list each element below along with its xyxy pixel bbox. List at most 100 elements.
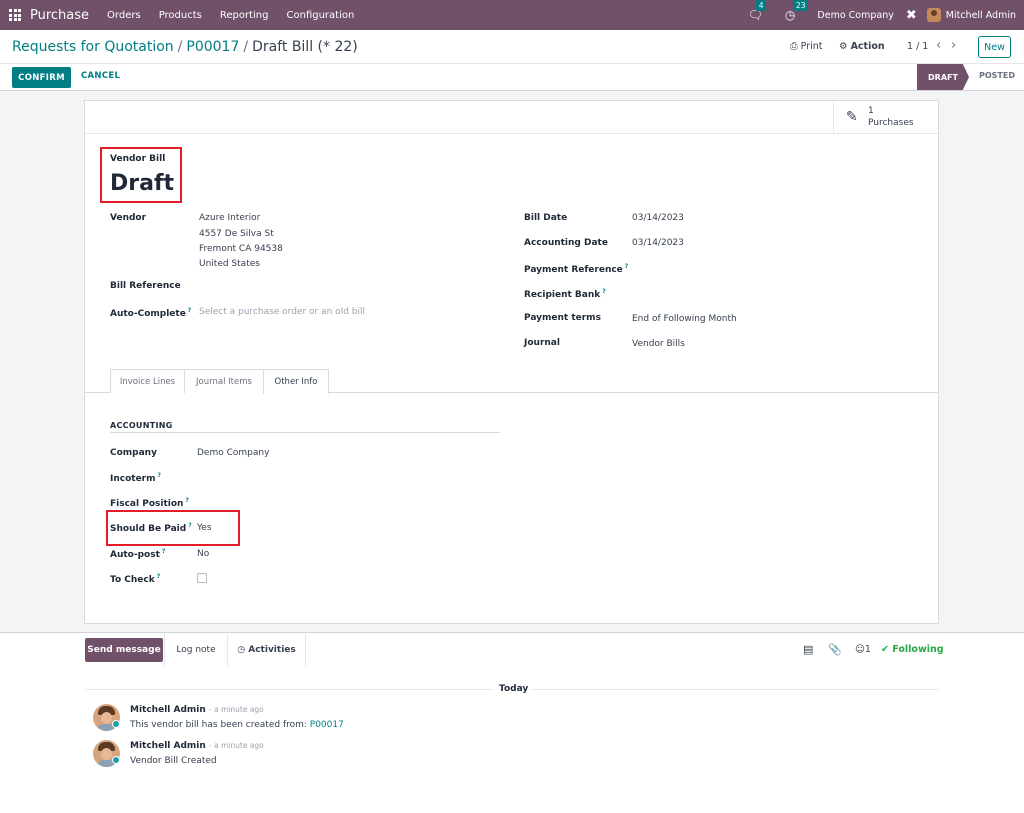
recipient-bank-label: Recipient Bank?	[524, 288, 606, 300]
accounting-date-field[interactable]: 03/14/2023	[632, 238, 684, 248]
date-divider-right	[531, 689, 939, 690]
message-link-po[interactable]: P00017	[310, 720, 344, 730]
date-divider-left	[85, 689, 493, 690]
top-navbar: Purchase Orders Products Reporting Confi…	[0, 0, 1024, 30]
edit-icon: ✎	[846, 109, 858, 125]
messages-badge: 4	[755, 0, 767, 11]
fiscal-position-input[interactable]	[197, 497, 497, 509]
activities-badge: 23	[792, 0, 809, 11]
cancel-button[interactable]: CANCEL	[81, 71, 120, 81]
followers-button[interactable]: ☺1	[855, 644, 871, 655]
status-bar: CONFIRM CANCEL DRAFT POSTED	[0, 64, 1024, 91]
purchases-smart-button[interactable]: ✎ 1 Purchases	[833, 101, 938, 134]
tab-invoice-lines[interactable]: Invoice Lines	[110, 369, 185, 393]
vendor-country: United States	[199, 259, 260, 269]
journal-label: Journal	[524, 338, 560, 348]
notebook-tabs: Invoice Lines Journal Items Other Info	[85, 369, 938, 394]
vendor-street: 4557 De Silva St	[199, 229, 274, 239]
journal-field[interactable]: Vendor Bills	[632, 339, 685, 349]
action-button[interactable]: ⚙ Action	[839, 41, 885, 52]
apps-grid-icon[interactable]	[9, 8, 23, 22]
print-button[interactable]: ⎙ Print	[790, 41, 823, 52]
activities-chatter-button[interactable]: ◷ Activities	[228, 634, 306, 666]
section-divider	[110, 432, 500, 433]
bill-title: Draft	[110, 171, 175, 196]
online-status-dot	[112, 756, 120, 764]
online-status-dot	[112, 720, 120, 728]
payment-terms-field[interactable]: End of Following Month	[632, 314, 737, 324]
company-field[interactable]: Demo Company	[197, 448, 269, 458]
menu-orders[interactable]: Orders	[107, 10, 141, 21]
message-author: Mitchell Admin - a minute ago	[130, 705, 264, 715]
following-button[interactable]: ✔ Following	[881, 644, 944, 655]
activities-label: Activities	[248, 645, 296, 655]
activities-button[interactable]: ◷ 23	[785, 0, 809, 22]
auto-post-field[interactable]: No	[197, 549, 209, 559]
message-body: Vendor Bill Created	[130, 756, 217, 766]
menu-configuration[interactable]: Configuration	[287, 10, 355, 21]
new-button[interactable]: New	[978, 36, 1011, 58]
help-icon: ?	[157, 472, 161, 479]
message-time: - a minute ago	[208, 705, 264, 714]
user-icon: ☺	[855, 644, 865, 655]
purchases-count: 1	[868, 106, 874, 116]
incoterm-label: Incoterm?	[110, 472, 161, 484]
help-icon: ?	[187, 307, 192, 314]
check-icon: ✔	[881, 644, 889, 655]
payment-reference-label: Payment Reference?	[524, 263, 629, 275]
menu-products[interactable]: Products	[159, 10, 202, 21]
help-icon: ?	[188, 522, 192, 529]
help-icon: ?	[185, 497, 189, 504]
messages-button[interactable]: 🗨 4	[748, 0, 767, 22]
company-switcher[interactable]: Demo Company	[817, 10, 893, 21]
button-box: ✎ 1 Purchases	[85, 101, 938, 134]
paperclip-icon[interactable]: 📎	[828, 643, 842, 656]
pager-value[interactable]: 1 / 1	[907, 41, 928, 52]
log-note-button[interactable]: Log note	[164, 634, 228, 666]
chevron-left-icon[interactable]: ‹	[936, 38, 941, 53]
payment-reference-input[interactable]	[632, 263, 932, 275]
auto-complete-input[interactable]: Select a purchase order or an old bill	[199, 307, 365, 317]
incoterm-input[interactable]	[197, 472, 497, 484]
gear-icon: ⚙	[839, 41, 848, 52]
action-label: Action	[850, 41, 885, 52]
breadcrumb-current: Draft Bill (* 22)	[252, 39, 358, 55]
should-be-paid-label: Should Be Paid?	[110, 522, 192, 534]
vendor-name[interactable]: Azure Interior	[199, 213, 260, 223]
printer-icon: ⎙	[790, 41, 798, 52]
bill-reference-label: Bill Reference	[110, 281, 181, 291]
recipient-bank-input[interactable]	[632, 288, 932, 300]
book-icon[interactable]: ▤	[803, 643, 813, 656]
debug-tools-icon[interactable]: ✖	[906, 8, 917, 23]
breadcrumb-po[interactable]: P00017	[186, 39, 239, 55]
following-label: Following	[892, 644, 944, 655]
bill-date-label: Bill Date	[524, 213, 568, 223]
bill-date-field[interactable]: 03/14/2023	[632, 213, 684, 223]
confirm-button[interactable]: CONFIRM	[12, 67, 71, 88]
control-panel: Requests for Quotation / P00017/Draft Bill…	[0, 30, 1024, 64]
stage-posted[interactable]: POSTED	[979, 71, 1015, 80]
user-menu[interactable]: Mitchell Admin	[946, 10, 1016, 21]
clock-icon: ◷	[237, 645, 246, 655]
app-name[interactable]: Purchase	[30, 8, 89, 23]
stage-draft[interactable]: DRAFT	[917, 64, 969, 90]
menu-reporting[interactable]: Reporting	[220, 10, 269, 21]
help-icon: ?	[624, 263, 629, 270]
tab-other-info[interactable]: Other Info	[263, 369, 329, 394]
should-be-paid-field[interactable]: Yes	[197, 523, 212, 533]
bill-reference-input[interactable]	[199, 281, 499, 293]
date-separator: Today	[497, 684, 531, 694]
message-author: Mitchell Admin - a minute ago	[130, 741, 264, 751]
chevron-right-icon[interactable]: ›	[951, 38, 956, 53]
help-icon: ?	[161, 548, 166, 555]
print-label: Print	[800, 41, 823, 52]
to-check-checkbox[interactable]	[197, 573, 207, 583]
breadcrumb-rfq[interactable]: Requests for Quotation	[12, 39, 174, 55]
to-check-label: To Check?	[110, 573, 161, 585]
help-icon: ?	[156, 573, 161, 580]
tab-journal-items[interactable]: Journal Items	[184, 369, 264, 393]
help-icon: ?	[602, 288, 606, 295]
send-message-button[interactable]: Send message	[85, 638, 163, 662]
user-avatar[interactable]	[926, 8, 941, 22]
accounting-date-label: Accounting Date	[524, 238, 608, 248]
